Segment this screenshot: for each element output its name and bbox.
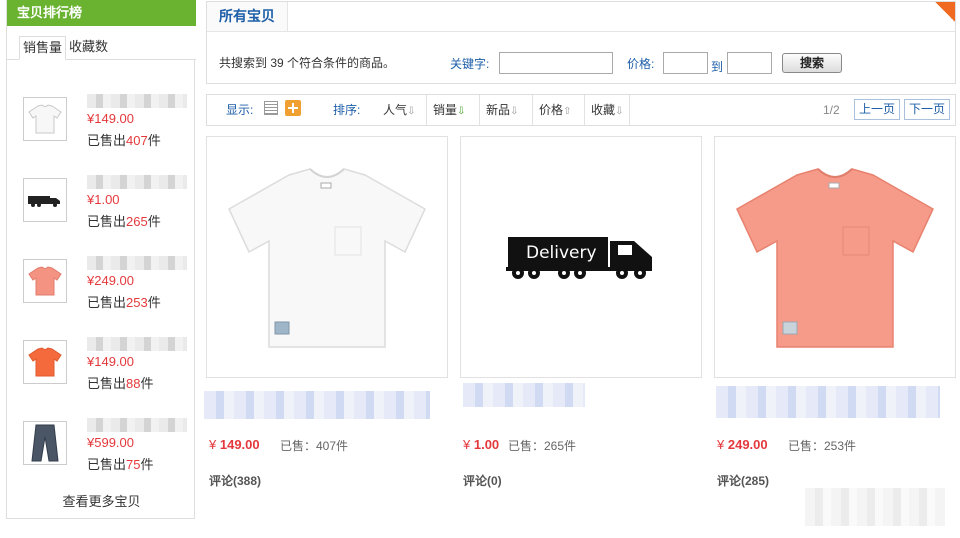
rank-price: ¥149.00 (87, 111, 134, 126)
display-label: 显示: (226, 103, 254, 117)
white-tshirt-icon (228, 168, 426, 348)
keyword-input[interactable] (499, 52, 613, 74)
search-result-count: 共搜索到 39 个符合条件的商品。 (219, 56, 396, 70)
rank-item[interactable]: ¥149.00 已售出88件 (7, 333, 196, 414)
rank-sold: 已售出253件 (87, 295, 161, 310)
sort-price[interactable]: 价格⇧ (532, 95, 577, 125)
rank-item[interactable]: ¥1.00 已售出265件 (7, 171, 196, 252)
product-thumb[interactable] (23, 97, 67, 141)
rank-title-blurred[interactable] (87, 256, 187, 270)
white-tshirt-icon (28, 104, 62, 134)
rank-item[interactable]: ¥599.00 已售出75件 (7, 414, 196, 495)
rank-price: ¥149.00 (87, 354, 134, 369)
product-title-blurred[interactable] (463, 383, 585, 407)
rank-title-blurred[interactable] (87, 418, 187, 432)
rank-title-blurred[interactable] (87, 94, 187, 108)
product-thumb[interactable] (23, 421, 67, 465)
page-title: 所有宝贝 (207, 2, 288, 31)
price-label: 价格: (627, 57, 655, 71)
product-price: ¥ 1.00 (463, 437, 500, 452)
rank-sold: 已售出88件 (87, 376, 154, 391)
delivery-text: Delivery (526, 243, 597, 263)
search-title-bar: 所有宝贝 (207, 2, 955, 32)
sort-sales[interactable]: 销量⇩ (426, 95, 471, 125)
rank-item[interactable]: ¥249.00 已售出253件 (7, 252, 196, 333)
product-thumb[interactable] (23, 340, 67, 384)
more-items-link[interactable]: 查看更多宝贝 (7, 491, 196, 510)
search-panel: 所有宝贝 共搜索到 39 个符合条件的商品。 关键字: 价格: 到 搜索 (206, 1, 956, 84)
delivery-truck-icon: Delivery (506, 237, 652, 279)
product-title-blurred[interactable] (204, 391, 430, 419)
product-price: ¥ 149.00 (209, 437, 260, 452)
orange-tshirt-icon (28, 347, 62, 377)
delivery-truck-icon (28, 196, 60, 207)
prev-page-button[interactable]: 上一页 (854, 99, 901, 120)
grid-view-icon[interactable] (285, 100, 301, 116)
arrow-down-icon: ⇩ (510, 106, 519, 117)
corner-badge-icon (935, 2, 955, 22)
rank-sold: 已售出407件 (87, 133, 161, 148)
blurred-region (805, 488, 945, 526)
price-to-input[interactable] (727, 52, 772, 74)
rank-price: ¥249.00 (87, 273, 134, 288)
rank-item[interactable]: ¥149.00 已售出407件 (7, 90, 196, 171)
next-page-button[interactable]: 下一页 (904, 99, 951, 120)
product-title-blurred[interactable] (716, 386, 940, 418)
arrow-down-icon: ⇩ (407, 106, 416, 117)
arrow-down-icon: ⇩ (615, 106, 624, 117)
keyword-label: 关键字: (450, 57, 490, 71)
product-price: ¥ 249.00 (717, 437, 768, 452)
pink-tshirt-icon (736, 168, 934, 348)
product-image[interactable]: Delivery (460, 136, 702, 378)
sidebar-title: 宝贝排行榜 (7, 0, 196, 26)
price-to-label: 到 (711, 60, 724, 74)
pink-tshirt-icon (28, 266, 62, 296)
sort-toolbar: 显示: 排序: 人气⇩ 销量⇩ 新品⇩ 价格⇧ 收藏⇩ 1/2 上一页 下一页 (206, 94, 956, 126)
arrow-down-icon: ⇩ (457, 106, 466, 117)
product-comments-link[interactable]: 评论(388) (209, 472, 261, 489)
sidebar-tabs: 销售量 收藏数 (7, 26, 196, 60)
product-image[interactable] (714, 136, 956, 378)
rank-sold: 已售出75件 (87, 457, 154, 472)
search-button[interactable]: 搜索 (782, 53, 842, 73)
rank-title-blurred[interactable] (87, 337, 187, 351)
arrow-up-icon: ⇧ (563, 106, 572, 117)
page-indicator: 1/2 (823, 103, 840, 117)
sort-popularity[interactable]: 人气⇩ (377, 95, 421, 125)
product-thumb[interactable] (23, 178, 67, 222)
tab-favorites[interactable]: 收藏数 (66, 36, 111, 60)
product-comments-link[interactable]: 评论(285) (717, 472, 769, 489)
product-image[interactable] (206, 136, 448, 378)
sort-favorites[interactable]: 收藏⇩ (584, 95, 631, 125)
sort-newest[interactable]: 新品⇩ (479, 95, 524, 125)
sort-label: 排序: (333, 103, 361, 117)
product-thumb[interactable] (23, 259, 67, 303)
product-sold: 已售：253件 (788, 439, 857, 453)
tab-sales[interactable]: 销售量 (19, 36, 67, 60)
list-view-icon[interactable] (264, 101, 278, 115)
product-comments-link[interactable]: 评论(0) (463, 472, 502, 489)
rank-price: ¥599.00 (87, 435, 134, 450)
product-sold: 已售：265件 (508, 439, 577, 453)
rank-title-blurred[interactable] (87, 175, 187, 189)
product-sold: 已售：407件 (280, 439, 349, 453)
rank-price: ¥1.00 (87, 192, 120, 207)
rank-sold: 已售出265件 (87, 214, 161, 229)
jeans-icon (31, 424, 59, 462)
price-from-input[interactable] (663, 52, 708, 74)
rank-sidebar: 宝贝排行榜 销售量 收藏数 ¥149.00 已售出407件 ¥1.00 已售出2… (6, 0, 196, 519)
